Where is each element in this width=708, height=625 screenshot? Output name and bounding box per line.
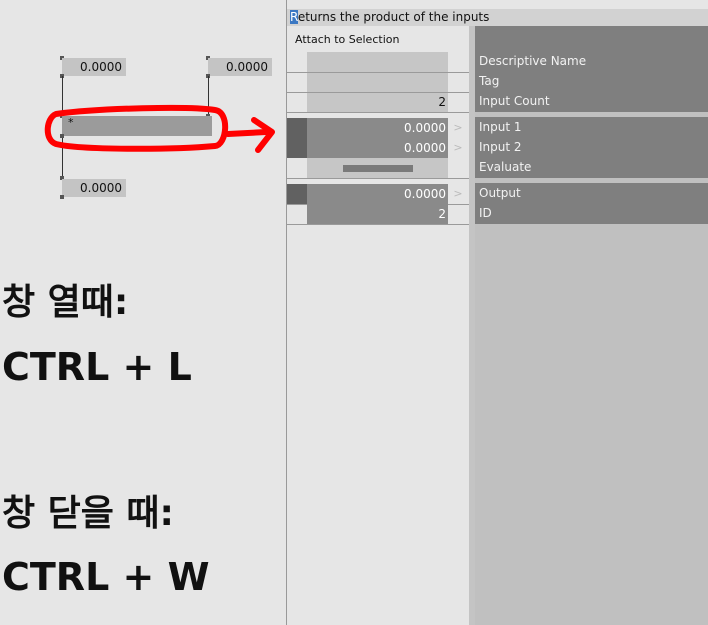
pin-label-id: ID <box>475 203 708 224</box>
open-window-label: 창 열때: <box>2 282 129 323</box>
evaluate-row <box>287 158 469 178</box>
row-divider <box>287 224 469 225</box>
pin-label-descriptive-name: Descriptive Name <box>475 51 708 71</box>
input2-row: 0.0000 > <box>287 138 469 158</box>
annotation-highlight <box>44 104 275 153</box>
pin-label-input2: Input 2 <box>475 137 708 157</box>
open-window-shortcut: CTRL + L <box>2 345 192 389</box>
chevron-right-icon[interactable]: > <box>449 184 467 204</box>
attach-to-selection-toggle[interactable]: Attach to Selection <box>295 33 399 46</box>
pin-label-input1: Input 1 <box>475 117 708 137</box>
input2-pin-handle[interactable] <box>287 138 307 158</box>
tag-value[interactable] <box>287 72 469 92</box>
input1-pin-handle[interactable] <box>287 118 307 138</box>
output-row: 0.0000 > <box>287 184 469 204</box>
inspector-title: Returns the product of the inputs <box>287 9 708 26</box>
input1-row: 0.0000 > <box>287 118 469 138</box>
text-cursor: R <box>290 10 298 24</box>
descriptive-name-value[interactable] <box>287 52 469 72</box>
arrow-icon <box>225 117 275 153</box>
input2-iobox[interactable]: 0.0000 <box>208 58 272 76</box>
chevron-right-icon[interactable]: > <box>449 118 467 138</box>
input-count-row: 2 <box>287 92 469 112</box>
output-value: 0.0000 <box>307 184 448 204</box>
pin-label-input-count: Input Count <box>475 91 708 112</box>
inspector-values-column: 2 0.0000 > 0.0000 > 0.0000 > 2 <box>287 52 469 625</box>
output-iobox[interactable]: 0.0000 <box>62 179 126 197</box>
input1-value[interactable]: 0.0000 <box>307 118 448 138</box>
pin-label-tag: Tag <box>475 71 708 91</box>
evaluate-button[interactable] <box>343 165 413 172</box>
chevron-right-icon[interactable]: > <box>449 138 467 158</box>
pin-label-output: Output <box>475 183 708 203</box>
pin-label-evaluate: Evaluate <box>475 157 708 178</box>
id-row: 2 <box>287 204 469 224</box>
close-window-label: 창 닫을 때: <box>2 493 174 534</box>
inspector-panel: Returns the product of the inputs Attach… <box>286 0 708 625</box>
inspector-title-text: eturns the product of the inputs <box>297 10 490 24</box>
row-divider <box>287 112 469 113</box>
id-value: 2 <box>307 204 448 224</box>
output-pin[interactable] <box>60 195 64 199</box>
labels-header-spacer <box>475 26 708 52</box>
row-divider <box>287 178 469 179</box>
input1-iobox[interactable]: 0.0000 <box>62 58 126 76</box>
output-pin-handle[interactable] <box>287 184 307 204</box>
close-window-shortcut: CTRL + W <box>2 555 210 599</box>
input2-value[interactable]: 0.0000 <box>307 138 448 158</box>
input-count-value[interactable]: 2 <box>307 92 448 112</box>
inspector-labels-column: Descriptive Name Tag Input Count Input 1… <box>475 26 708 625</box>
